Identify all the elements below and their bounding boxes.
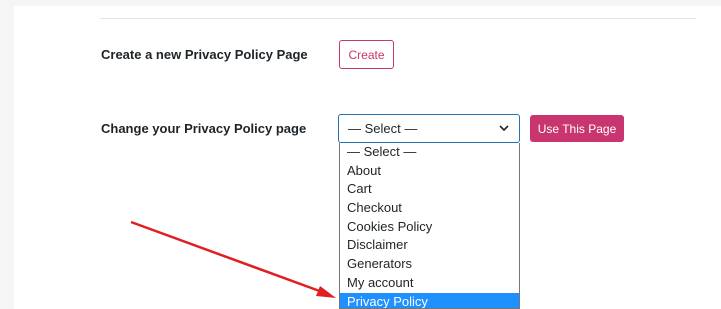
dropdown-option-select[interactable]: — Select — <box>340 143 519 162</box>
use-this-page-button[interactable]: Use This Page <box>530 115 624 142</box>
section-divider <box>100 18 696 19</box>
dropdown-option-my-account[interactable]: My account <box>340 274 519 293</box>
select-current-value: — Select — <box>348 121 418 136</box>
create-page-label: Create a new Privacy Policy Page <box>101 47 308 62</box>
change-page-label: Change your Privacy Policy page <box>101 121 307 136</box>
select-dropdown-list: — Select — About Cart Checkout Cookies P… <box>339 143 520 309</box>
screen: Create a new Privacy Policy Page Create … <box>0 0 721 309</box>
dropdown-option-disclaimer[interactable]: Disclaimer <box>340 236 519 255</box>
dropdown-option-privacy-policy[interactable]: Privacy Policy <box>340 292 519 308</box>
dropdown-option-generators[interactable]: Generators <box>340 255 519 274</box>
dropdown-option-cart[interactable]: Cart <box>340 180 519 199</box>
dropdown-option-about[interactable]: About <box>340 162 519 181</box>
chevron-down-icon <box>499 125 509 132</box>
dropdown-option-cookies-policy[interactable]: Cookies Policy <box>340 218 519 237</box>
privacy-page-select[interactable]: — Select — <box>338 114 520 143</box>
dropdown-option-checkout[interactable]: Checkout <box>340 199 519 218</box>
create-button[interactable]: Create <box>339 40 394 69</box>
